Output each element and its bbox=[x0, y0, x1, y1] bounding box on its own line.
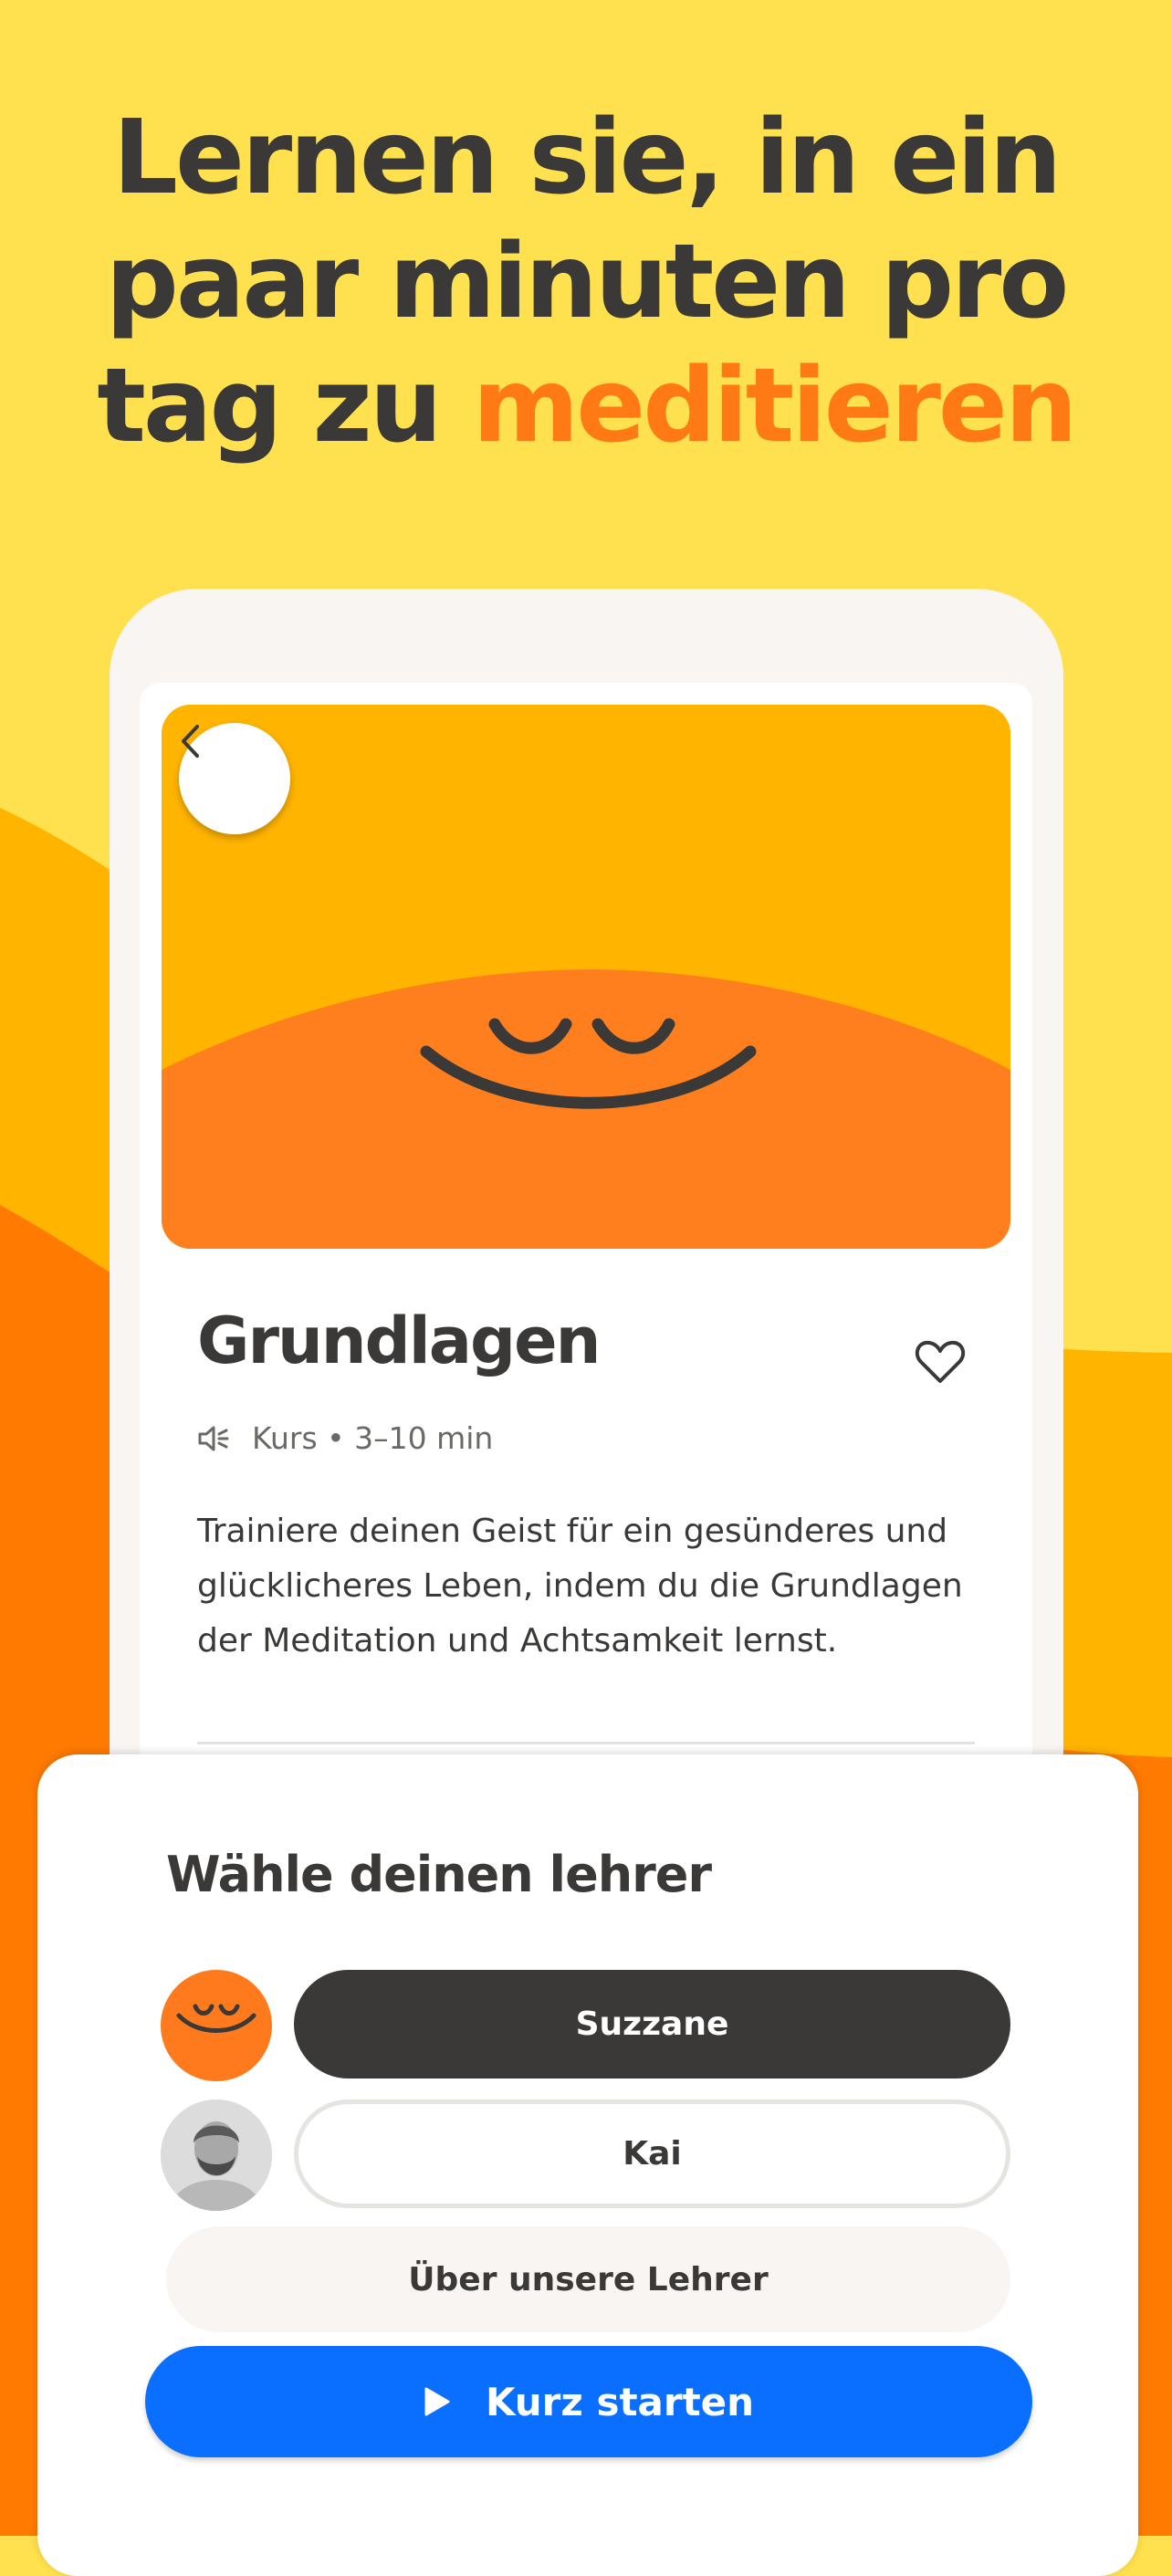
course-hero-image bbox=[162, 705, 1010, 1249]
person-photo bbox=[161, 2100, 272, 2211]
headline: Lernen sie, in ein paar minuten pro tag … bbox=[0, 96, 1172, 468]
chevron-left-icon bbox=[182, 725, 199, 758]
speaker-icon bbox=[198, 1426, 229, 1450]
headline-line-2: paar minuten pro bbox=[105, 223, 1070, 341]
course-title: Grundlagen bbox=[197, 1304, 601, 1378]
sheet-title: Wähle deinen lehrer bbox=[166, 1846, 712, 1903]
headline-line-3-prefix: tag zu bbox=[97, 347, 473, 466]
smile-icon bbox=[176, 2004, 256, 2033]
teacher-avatar-kai[interactable] bbox=[161, 2100, 272, 2211]
headline-line-1: Lernen sie, in ein bbox=[112, 99, 1062, 217]
play-icon bbox=[424, 2387, 450, 2416]
start-course-label: Kurz starten bbox=[485, 2379, 755, 2424]
teacher-option-suzzane[interactable]: Suzzane bbox=[294, 1970, 1010, 2079]
about-teachers-button[interactable]: Über unsere Lehrer bbox=[166, 2226, 1010, 2332]
favorite-button[interactable] bbox=[914, 1338, 967, 1386]
back-button[interactable] bbox=[179, 723, 290, 834]
phone-mockup: Grundlagen Kurs • 3–10 min Trainiere dei… bbox=[110, 589, 1063, 1869]
divider bbox=[197, 1742, 975, 1744]
teacher-avatar-suzzane[interactable] bbox=[161, 1970, 272, 2081]
phone-screen: Grundlagen Kurs • 3–10 min Trainiere dei… bbox=[140, 683, 1032, 1869]
course-meta: Kurs • 3–10 min bbox=[197, 1420, 493, 1456]
start-course-button[interactable]: Kurz starten bbox=[145, 2346, 1032, 2457]
teacher-bottom-sheet: Wähle deinen lehrer Suzzane Kai Über uns… bbox=[37, 1754, 1138, 2576]
headline-accent: meditieren bbox=[472, 347, 1078, 466]
course-description: Trainiere deinen Geist für ein gesündere… bbox=[197, 1513, 963, 1660]
course-meta-text: Kurs • 3–10 min bbox=[252, 1420, 494, 1456]
teacher-option-kai[interactable]: Kai bbox=[294, 2100, 1010, 2208]
heart-icon bbox=[915, 1340, 966, 1383]
